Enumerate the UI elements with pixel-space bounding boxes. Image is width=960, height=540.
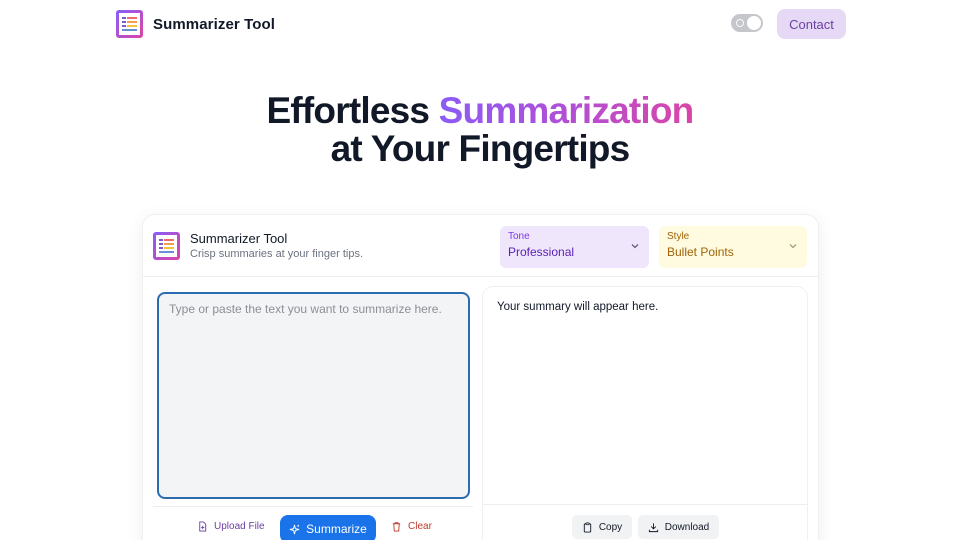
card-subtitle: Crisp summaries at your finger tips.: [190, 248, 363, 260]
trash-icon: [392, 522, 401, 532]
input-toolbar: Upload File Summarize Clear: [153, 506, 473, 540]
output-pane: Your summary will appear here. Copy Down…: [483, 287, 807, 540]
summarizer-logo-icon: [153, 232, 180, 260]
toggle-knob: [747, 16, 761, 30]
theme-toggle[interactable]: [731, 14, 763, 32]
upload-file-button[interactable]: Upload File: [197, 521, 265, 532]
sun-icon: [736, 19, 744, 27]
download-button[interactable]: Download: [638, 515, 719, 539]
copy-button[interactable]: Copy: [572, 515, 632, 539]
download-icon: [648, 522, 658, 532]
brand[interactable]: Summarizer Tool: [116, 10, 275, 38]
card-title: Summarizer Tool: [190, 231, 288, 246]
top-navbar: Summarizer Tool Contact: [0, 0, 960, 48]
hero-line1-plain: Effortless: [266, 90, 439, 131]
tone-select[interactable]: Tone Professional: [500, 226, 649, 268]
chevron-down-icon: [789, 244, 797, 249]
copy-label: Copy: [598, 521, 623, 533]
download-label: Download: [664, 521, 710, 533]
summarize-button[interactable]: Summarize: [280, 515, 376, 540]
hero-line1-accent: Summarization: [438, 90, 695, 131]
clipboard-icon: [583, 522, 591, 533]
output-toolbar: Copy Download: [483, 504, 807, 540]
summarize-label: Summarize: [306, 522, 367, 536]
style-label: Style: [667, 231, 690, 242]
hero-line2: at Your Fingertips: [330, 128, 631, 169]
text-input[interactable]: [157, 292, 470, 499]
summarizer-logo-icon: [116, 10, 143, 38]
summary-output: Your summary will appear here.: [497, 301, 659, 313]
upload-file-label: Upload File: [214, 521, 265, 532]
style-value: Bullet Points: [667, 245, 734, 259]
style-select[interactable]: Style Bullet Points: [659, 226, 807, 268]
sparkles-icon: [289, 524, 300, 534]
tone-label: Tone: [508, 231, 530, 242]
brand-name: Summarizer Tool: [153, 15, 276, 33]
clear-label: Clear: [408, 521, 432, 532]
chevron-down-icon: [631, 244, 639, 249]
summarizer-card: Summarizer Tool Crisp summaries at your …: [143, 215, 818, 540]
hero-heading: Effortless Summarization at Your Fingert…: [0, 92, 960, 168]
tone-value: Professional: [508, 245, 575, 259]
card-header: Summarizer Tool Crisp summaries at your …: [143, 215, 818, 277]
input-pane: Upload File Summarize Clear: [153, 288, 473, 540]
clear-button[interactable]: Clear: [391, 521, 432, 532]
contact-button[interactable]: Contact: [777, 9, 846, 39]
file-icon: [199, 521, 207, 532]
